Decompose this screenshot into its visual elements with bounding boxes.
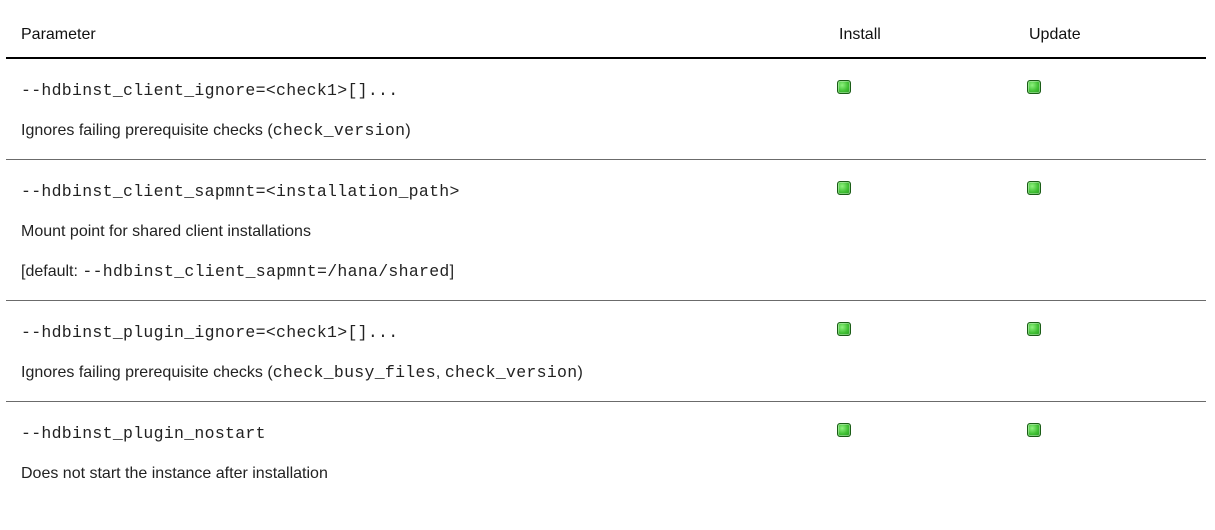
parameter-name: --hdbinst_client_sapmnt=<installation_pa… [21, 180, 824, 204]
install-supported-icon [837, 423, 851, 437]
description-text: Ignores failing prerequisite checks ( [21, 122, 273, 139]
update-cell [1014, 159, 1206, 301]
parameters-table: Parameter Install Update --hdbinst_clien… [6, 16, 1206, 502]
code-text: --hdbinst_plugin_ignore=<check1>[]... [21, 323, 399, 342]
parameter-name: --hdbinst_plugin_ignore=<check1>[]... [21, 321, 824, 345]
description-text: Does not start the instance after instal… [21, 465, 328, 482]
install-supported-icon [837, 181, 851, 195]
code-text: --hdbinst_client_sapmnt=<installation_pa… [21, 182, 460, 201]
table-row: --hdbinst_plugin_nostart Does not start t… [6, 402, 1206, 503]
parameter-cell: --hdbinst_plugin_nostart Does not start t… [6, 402, 824, 503]
parameter-description: Ignores failing prerequisite checks (che… [21, 361, 824, 385]
table-body: --hdbinst_client_ignore=<check1>[]... Ign… [6, 58, 1206, 502]
update-cell [1014, 300, 1206, 402]
description-text: ) [577, 364, 583, 381]
update-supported-icon [1027, 80, 1041, 94]
update-supported-icon [1027, 181, 1041, 195]
install-cell [824, 58, 1014, 160]
code-text: check_version [272, 121, 406, 140]
install-cell [824, 300, 1014, 402]
table-row: --hdbinst_client_ignore=<check1>[]... Ign… [6, 58, 1206, 160]
description-text: ) [405, 122, 411, 139]
code-text: check_version [444, 363, 578, 382]
install-supported-icon [837, 80, 851, 94]
install-supported-icon [837, 322, 851, 336]
parameter-description: [default: --hdbinst_client_sapmnt=/hana/… [21, 260, 824, 284]
update-cell [1014, 58, 1206, 160]
description-text: ] [449, 263, 455, 280]
parameter-cell: --hdbinst_client_sapmnt=<installation_pa… [6, 159, 824, 301]
parameter-description: Ignores failing prerequisite checks (che… [21, 119, 824, 143]
install-cell [824, 402, 1014, 503]
description-text: Mount point for shared client installati… [21, 223, 311, 240]
update-cell [1014, 402, 1206, 503]
column-header-parameter: Parameter [6, 16, 824, 59]
description-text: , [435, 364, 445, 381]
code-text: --hdbinst_client_sapmnt=/hana/shared [82, 262, 450, 281]
install-cell [824, 159, 1014, 301]
code-text: check_busy_files [272, 363, 436, 382]
parameter-cell: --hdbinst_plugin_ignore=<check1>[]... Ign… [6, 300, 824, 402]
column-header-update: Update [1014, 16, 1206, 59]
parameter-name: --hdbinst_client_ignore=<check1>[]... [21, 79, 824, 103]
table-header-row: Parameter Install Update [6, 16, 1206, 59]
description-text: [default: [21, 263, 83, 280]
column-header-install: Install [824, 16, 1014, 59]
table-row: --hdbinst_client_sapmnt=<installation_pa… [6, 159, 1206, 301]
table-row: --hdbinst_plugin_ignore=<check1>[]... Ign… [6, 300, 1206, 402]
update-supported-icon [1027, 423, 1041, 437]
parameter-description: Does not start the instance after instal… [21, 462, 824, 486]
description-text: Ignores failing prerequisite checks ( [21, 364, 273, 381]
parameter-name: --hdbinst_plugin_nostart [21, 422, 824, 446]
update-supported-icon [1027, 322, 1041, 336]
parameter-description: Mount point for shared client installati… [21, 220, 824, 244]
code-text: --hdbinst_plugin_nostart [21, 424, 266, 443]
code-text: --hdbinst_client_ignore=<check1>[]... [21, 81, 399, 100]
parameter-cell: --hdbinst_client_ignore=<check1>[]... Ign… [6, 58, 824, 160]
